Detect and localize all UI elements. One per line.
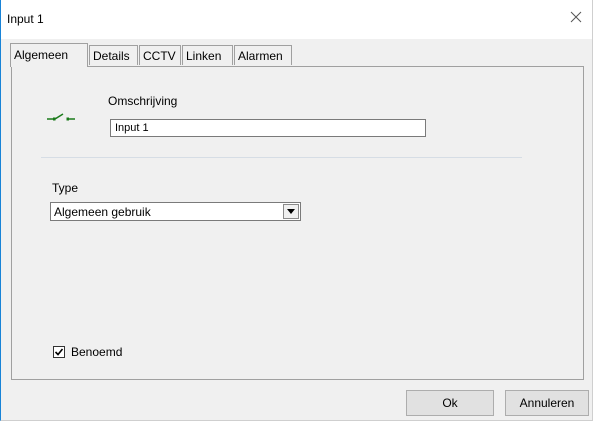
separator	[41, 157, 522, 158]
ok-button[interactable]: Ok	[406, 390, 494, 416]
tab-alarmen[interactable]: Alarmen	[234, 45, 292, 65]
ok-label: Ok	[442, 396, 458, 410]
tab-label: Algemeen	[14, 48, 69, 62]
named-checkbox[interactable]	[53, 346, 65, 358]
type-select[interactable]: Algemeen gebruik	[50, 202, 301, 221]
description-label: Omschrijving	[108, 94, 178, 108]
cancel-label: Annuleren	[519, 396, 575, 410]
type-value: Algemeen gebruik	[54, 205, 151, 219]
tab-label: Details	[93, 49, 130, 63]
tab-details[interactable]: Details	[89, 45, 138, 65]
type-label: Type	[52, 181, 79, 195]
title-bar[interactable]: Input 1	[1, 0, 592, 39]
tab-label: Alarmen	[238, 49, 283, 63]
tab-panel-algemeen	[11, 66, 584, 380]
description-value: Input 1	[115, 122, 149, 134]
window-title: Input 1	[7, 12, 44, 26]
description-field[interactable]: Input 1	[110, 119, 426, 137]
tab-label: CCTV	[143, 49, 176, 63]
dialog-window: Input 1 Algemeen Details CCTV Linken Ala…	[0, 0, 593, 421]
tab-algemeen[interactable]: Algemeen	[10, 43, 88, 67]
tab-linken[interactable]: Linken	[182, 45, 233, 65]
chevron-down-icon[interactable]	[283, 204, 299, 219]
tab-cctv[interactable]: CCTV	[139, 45, 181, 65]
input-switch-icon	[47, 111, 77, 123]
tab-label: Linken	[186, 49, 222, 63]
named-label: Benoemd	[71, 345, 123, 359]
close-icon[interactable]	[568, 9, 584, 25]
cancel-button[interactable]: Annuleren	[505, 390, 589, 416]
